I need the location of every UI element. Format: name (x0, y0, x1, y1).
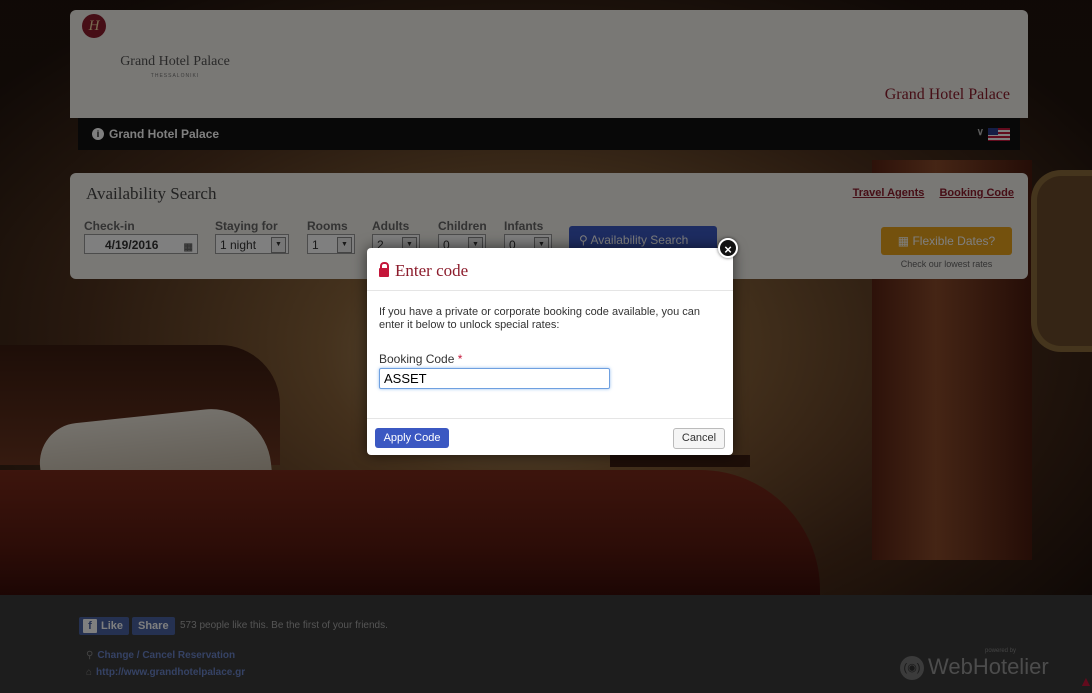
dialog-divider (367, 290, 733, 291)
dialog-description: If you have a private or corporate booki… (379, 306, 701, 331)
dialog-title: Enter code (379, 261, 468, 281)
cancel-button[interactable]: Cancel (673, 428, 725, 449)
booking-code-input[interactable]: ASSET (379, 368, 610, 389)
booking-code-label-text: Booking Code (379, 352, 455, 366)
required-marker: * (457, 352, 463, 366)
unlock-icon (379, 262, 389, 277)
dialog-footer-divider (367, 418, 733, 419)
close-icon[interactable]: × (718, 238, 738, 258)
booking-code-label: Booking Code * (379, 352, 462, 366)
apply-code-button[interactable]: Apply Code (375, 428, 449, 448)
dialog-title-text: Enter code (395, 261, 469, 280)
enter-code-dialog: Enter code If you have a private or corp… (367, 248, 733, 455)
